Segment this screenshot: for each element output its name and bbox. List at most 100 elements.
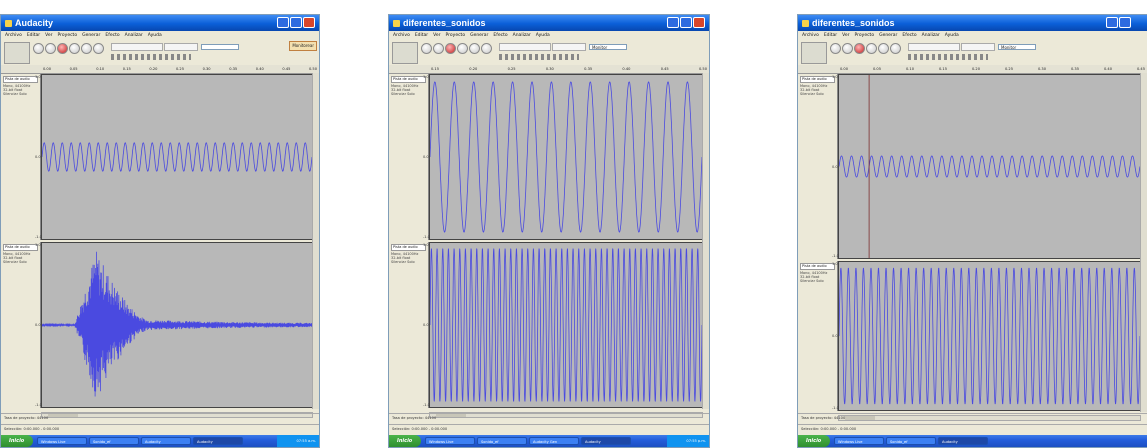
rewind-button[interactable] (33, 43, 44, 54)
menu-item[interactable]: Ver (433, 33, 440, 38)
pan-slider[interactable] (391, 101, 426, 104)
pan-slider[interactable] (3, 101, 38, 104)
solo-button[interactable]: Solo (816, 279, 823, 283)
pause-button[interactable] (457, 43, 468, 54)
stop-button[interactable] (878, 43, 889, 54)
track-name-dropdown[interactable]: Pista de audio (3, 76, 38, 83)
device-select[interactable]: Monitor (589, 44, 627, 50)
monitor-button[interactable]: Monitorear (289, 41, 317, 51)
waveform-display[interactable] (41, 74, 313, 240)
menu-item[interactable]: Analizar (125, 33, 143, 38)
taskbar-item[interactable]: Sonido_ef (477, 437, 527, 445)
gain-slider[interactable] (391, 265, 426, 268)
menu-item[interactable]: Generar (879, 33, 897, 38)
mute-button[interactable]: Silenciar (391, 92, 406, 96)
menu-item[interactable]: Ver (842, 33, 849, 38)
device-select[interactable] (201, 44, 239, 50)
menu-item[interactable]: Ayuda (945, 33, 959, 38)
menu-item[interactable]: Ayuda (536, 33, 550, 38)
gain-slider[interactable] (800, 284, 835, 287)
pan-slider[interactable] (800, 288, 835, 291)
waveform-display[interactable] (429, 74, 703, 240)
timeline-ruler[interactable]: 0.00 0.05 0.10 0.15 0.20 0.25 0.30 0.35 0.40 0.45 (798, 65, 1147, 74)
rewind-button[interactable] (421, 43, 432, 54)
menu-item[interactable]: Archivo (802, 33, 819, 38)
title-bar[interactable]: diferentes_sonidos (798, 15, 1147, 31)
start-button[interactable]: Inicio (798, 435, 830, 447)
mute-button[interactable]: Silenciar (3, 260, 18, 264)
menu-item[interactable]: Efecto (105, 33, 119, 38)
skip-end-button[interactable] (890, 43, 901, 54)
play-button[interactable] (842, 43, 853, 54)
gain-slider[interactable] (3, 265, 38, 268)
playback-meter[interactable] (111, 43, 163, 51)
menu-item[interactable]: Editar (824, 33, 837, 38)
mute-button[interactable]: Silenciar (800, 279, 815, 283)
gain-slider[interactable] (800, 97, 835, 100)
playback-meter[interactable] (499, 43, 551, 51)
menu-item[interactable]: Archivo (5, 33, 22, 38)
menu-item[interactable]: Analizar (922, 33, 940, 38)
skip-end-button[interactable] (481, 43, 492, 54)
vertical-scrollbar[interactable] (1140, 73, 1147, 412)
waveform-display[interactable] (41, 242, 313, 408)
track-name-dropdown[interactable]: Pista de audio (800, 263, 835, 270)
taskbar-item[interactable]: Audacity (581, 437, 631, 445)
mute-button[interactable]: Silenciar (3, 92, 18, 96)
record-button[interactable] (854, 43, 865, 54)
taskbar-item[interactable]: Windows Live (425, 437, 475, 445)
taskbar-item[interactable]: Windows Live (37, 437, 87, 445)
record-button[interactable] (57, 43, 68, 54)
gain-slider[interactable] (391, 97, 426, 100)
edit-toolbar[interactable] (499, 54, 579, 60)
menu-item[interactable]: Generar (82, 33, 100, 38)
playback-meter[interactable] (908, 43, 960, 51)
maximize-button[interactable] (1119, 17, 1131, 28)
close-button[interactable] (693, 17, 705, 28)
vertical-scrollbar[interactable] (702, 73, 709, 409)
maximize-button[interactable] (680, 17, 692, 28)
track-name-dropdown[interactable]: Pista de audio (3, 244, 38, 251)
menu-item[interactable]: Efecto (902, 33, 916, 38)
waveform-display[interactable] (838, 261, 1141, 411)
start-button[interactable]: Inicio (1, 435, 33, 447)
device-select[interactable]: Monitor (998, 44, 1036, 50)
rewind-button[interactable] (830, 43, 841, 54)
mute-button[interactable]: Silenciar (391, 260, 406, 264)
menu-item[interactable]: Proyecto (855, 33, 875, 38)
stop-button[interactable] (81, 43, 92, 54)
maximize-button[interactable] (290, 17, 302, 28)
play-button[interactable] (433, 43, 444, 54)
waveform-display[interactable] (429, 242, 703, 408)
track-name-dropdown[interactable]: Pista de audio (391, 76, 426, 83)
skip-end-button[interactable] (93, 43, 104, 54)
start-button[interactable]: Inicio (389, 435, 421, 447)
title-bar[interactable]: Audacity (1, 15, 319, 31)
mute-button[interactable]: Silenciar (800, 92, 815, 96)
timeline-ruler[interactable]: 0.00 0.05 0.10 0.15 0.20 0.25 0.30 0.35 0.40 0.45… (1, 65, 319, 74)
pan-slider[interactable] (800, 101, 835, 104)
menu-item[interactable]: Ayuda (148, 33, 162, 38)
solo-button[interactable]: Solo (19, 92, 26, 96)
taskbar-item[interactable]: Audacity (141, 437, 191, 445)
menu-item[interactable]: Analizar (513, 33, 531, 38)
record-meter[interactable] (961, 43, 995, 51)
track-name-dropdown[interactable]: Pista de audio (391, 244, 426, 251)
pause-button[interactable] (866, 43, 877, 54)
menu-item[interactable]: Archivo (393, 33, 410, 38)
title-bar[interactable]: diferentes_sonidos (389, 15, 709, 31)
menu-item[interactable]: Generar (470, 33, 488, 38)
tools-palette[interactable] (4, 42, 30, 64)
record-meter[interactable] (552, 43, 586, 51)
record-meter[interactable] (164, 43, 198, 51)
taskbar-item[interactable]: Windows Live (834, 437, 884, 445)
menu-item[interactable]: Editar (415, 33, 428, 38)
record-button[interactable] (445, 43, 456, 54)
minimize-button[interactable] (667, 17, 679, 28)
solo-button[interactable]: Solo (407, 260, 414, 264)
minimize-button[interactable] (1106, 17, 1118, 28)
taskbar-item[interactable]: Audacity Gen (529, 437, 579, 445)
waveform-display[interactable] (838, 74, 1141, 259)
edit-toolbar[interactable] (908, 54, 988, 60)
taskbar-item[interactable]: Audacity (938, 437, 988, 445)
